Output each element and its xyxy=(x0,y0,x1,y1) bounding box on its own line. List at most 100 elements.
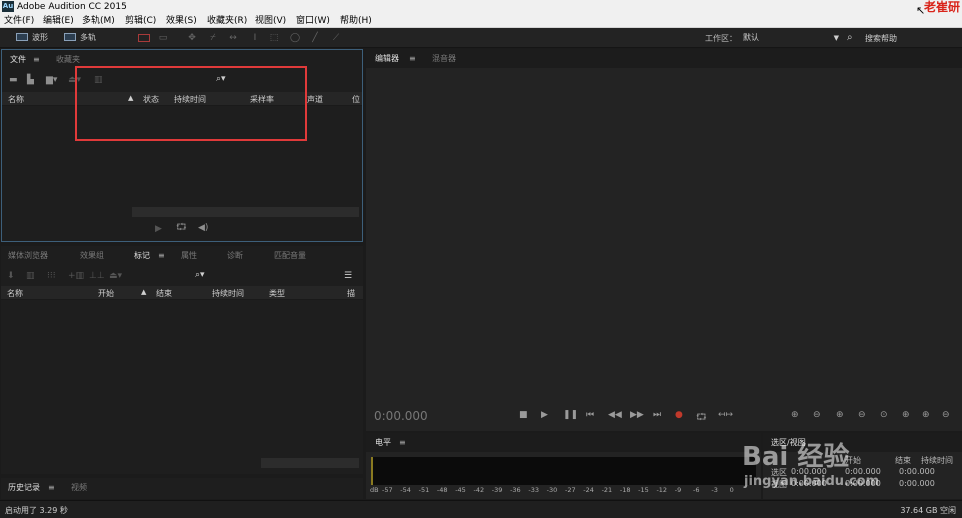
menu-window[interactable]: 窗口(W) xyxy=(296,15,330,27)
panel-menu-icon[interactable]: ≡ xyxy=(409,49,416,68)
slip-tool-icon[interactable]: ↔ xyxy=(228,33,238,43)
loop-icon[interactable]: ⮔ xyxy=(696,410,707,426)
tab-markers[interactable]: 标记 xyxy=(134,246,150,265)
tab-properties[interactable]: 属性 xyxy=(181,246,197,265)
markers-tab-row: 媒体浏览器 效果组 标记 ≡ 属性 诊断 匹配音量 xyxy=(1,246,363,265)
lasso-tool-icon[interactable]: ◯ xyxy=(290,33,300,43)
skip-to-start-icon[interactable]: ⏮ xyxy=(586,410,594,420)
panel-menu-icon[interactable]: ≡ xyxy=(48,478,55,497)
marker-icon[interactable]: ⬇ xyxy=(7,271,15,281)
time-selection-tool-icon[interactable]: I xyxy=(250,33,260,43)
spot-healing-tool-icon[interactable]: ⟋ xyxy=(331,33,341,43)
workspace-dropdown[interactable]: 默认 ▼ xyxy=(740,31,842,45)
delete-icon[interactable]: ▥ xyxy=(26,271,35,281)
zoom-out-point-icon[interactable]: ⊖ xyxy=(942,410,950,420)
menu-edit[interactable]: 编辑(E) xyxy=(43,15,74,27)
menu-help[interactable]: 帮助(H) xyxy=(340,15,372,27)
selection-duration[interactable]: 0:00.000 xyxy=(899,467,935,476)
panel-menu-icon[interactable]: ≡ xyxy=(33,50,40,69)
fast-forward-icon[interactable]: ▶▶ xyxy=(630,410,644,420)
spectral-frequency-icon[interactable] xyxy=(138,34,150,42)
waveform-icon xyxy=(16,33,28,41)
zoom-full-icon[interactable]: ⊙ xyxy=(880,410,888,420)
stop-icon[interactable]: ■ xyxy=(519,410,528,420)
baidu-watermark-url: jingyan.baidu.com xyxy=(744,474,880,489)
menu-effects[interactable]: 效果(S) xyxy=(166,15,197,27)
tab-mixer[interactable]: 混音器 xyxy=(432,49,456,68)
sort-up-icon[interactable]: ▲ xyxy=(141,288,146,296)
zoom-in-point-icon[interactable]: ⊕ xyxy=(922,410,930,420)
column-type[interactable]: 类型 xyxy=(269,288,285,299)
record-icon[interactable]: ● xyxy=(675,410,683,420)
skip-selection-icon[interactable]: ↤↦ xyxy=(718,410,733,420)
export-icon[interactable]: ⏏▾ xyxy=(109,271,122,281)
play-icon[interactable]: ▶ xyxy=(541,410,548,420)
convert-range-icon[interactable]: ⊥⊥ xyxy=(89,271,105,281)
column-bit-depth[interactable]: 位 xyxy=(352,94,360,105)
auto-play-icon[interactable]: ◀) xyxy=(198,223,208,233)
meter-scale: dB -57 -54 -51 -48 -45 -42 -39 -36 -33 -30 -27 -24 -2… xyxy=(370,486,748,494)
zoom-selection-icon[interactable]: ⊕ xyxy=(902,410,910,420)
new-file-icon[interactable]: ▆▾ xyxy=(46,75,57,85)
baidu-watermark: Bai 经验 xyxy=(742,442,850,472)
zoom-in-amplitude-icon[interactable]: ⊕ xyxy=(791,410,799,420)
panel-menu-icon[interactable]: ≡ xyxy=(158,246,165,265)
merge-markers-icon[interactable]: ⁝⁝⁝ xyxy=(47,271,56,281)
levels-tab-row: 电平 ≡ xyxy=(366,433,761,452)
horizontal-scrollbar[interactable] xyxy=(261,458,359,468)
meter-tick-label: -57 xyxy=(382,486,393,494)
multitrack-view-button[interactable]: 多轨 xyxy=(64,32,96,44)
waveform-view-button[interactable]: 波形 xyxy=(16,32,48,44)
header-duration: 持续时间 xyxy=(921,456,953,465)
meter-tick-label: -33 xyxy=(528,486,539,494)
tab-diagnostics[interactable]: 诊断 xyxy=(227,246,243,265)
panel-menu-icon[interactable]: ≡ xyxy=(399,433,406,452)
column-name[interactable]: 名称 xyxy=(8,94,24,105)
disk-space-text: 37.64 GB 空闲 xyxy=(900,506,956,515)
brush-tool-icon[interactable]: ╱ xyxy=(310,33,320,43)
search-help-input[interactable]: 搜索帮助 xyxy=(865,33,897,44)
tab-video[interactable]: 视频 xyxy=(71,478,87,497)
menu-multitrack[interactable]: 多轨(M) xyxy=(82,15,115,27)
loop-icon[interactable]: ⮔ xyxy=(176,223,187,233)
zoom-out-amplitude-icon[interactable]: ⊖ xyxy=(813,410,821,420)
tab-levels[interactable]: 电平 xyxy=(375,433,391,452)
spectral-pitch-icon[interactable]: ▭ xyxy=(158,33,168,43)
zoom-out-time-icon[interactable]: ⊖ xyxy=(858,410,866,420)
menu-clip[interactable]: 剪辑(C) xyxy=(125,15,156,27)
markers-column-header: 名称 开始 ▲ 结束 持续时间 类型 描 xyxy=(1,286,363,300)
play-icon[interactable]: ▶ xyxy=(155,224,162,234)
menu-view[interactable]: 视图(V) xyxy=(255,15,286,27)
zoom-in-time-icon[interactable]: ⊕ xyxy=(836,410,844,420)
pause-icon[interactable]: ❚❚ xyxy=(563,410,578,420)
insert-multitrack-icon[interactable]: +▥ xyxy=(68,271,84,281)
menu-file[interactable]: 文件(F) xyxy=(4,15,34,27)
tab-history[interactable]: 历史记录 xyxy=(8,478,40,497)
column-start[interactable]: 开始 xyxy=(98,288,114,299)
column-end[interactable]: 结束 xyxy=(156,288,172,299)
highlight-box xyxy=(75,66,307,141)
tab-media-browser[interactable]: 媒体浏览器 xyxy=(8,246,48,265)
column-name[interactable]: 名称 xyxy=(7,288,23,299)
tab-files[interactable]: 文件 xyxy=(10,50,26,69)
view-duration[interactable]: 0:00.000 xyxy=(899,479,935,488)
filter-icon[interactable]: ☰ xyxy=(344,271,352,281)
move-tool-icon[interactable]: ✥ xyxy=(187,33,197,43)
tab-match-volume[interactable]: 匹配音量 xyxy=(274,246,306,265)
column-duration[interactable]: 持续时间 xyxy=(212,288,244,299)
razor-tool-icon[interactable]: ⌿ xyxy=(208,33,218,43)
marquee-tool-icon[interactable]: ⬚ xyxy=(269,33,279,43)
skip-to-end-icon[interactable]: ⏭ xyxy=(653,410,661,420)
horizontal-scrollbar[interactable] xyxy=(132,207,359,217)
open-file-icon[interactable]: ▬ xyxy=(9,75,18,85)
rewind-icon[interactable]: ◀◀ xyxy=(608,410,622,420)
menu-favorites[interactable]: 收藏夹(R) xyxy=(207,15,247,27)
tab-effects-rack[interactable]: 效果组 xyxy=(80,246,104,265)
time-display: 0:00.000 xyxy=(374,409,428,423)
search-icon[interactable]: ⌕▾ xyxy=(195,270,205,280)
tab-editor[interactable]: 编辑器 xyxy=(375,49,399,68)
workspace-label: 工作区： xyxy=(705,34,737,43)
column-description[interactable]: 描 xyxy=(347,288,355,299)
import-file-icon[interactable]: ▙ xyxy=(27,75,34,85)
column-channels[interactable]: 声道 xyxy=(307,94,323,105)
